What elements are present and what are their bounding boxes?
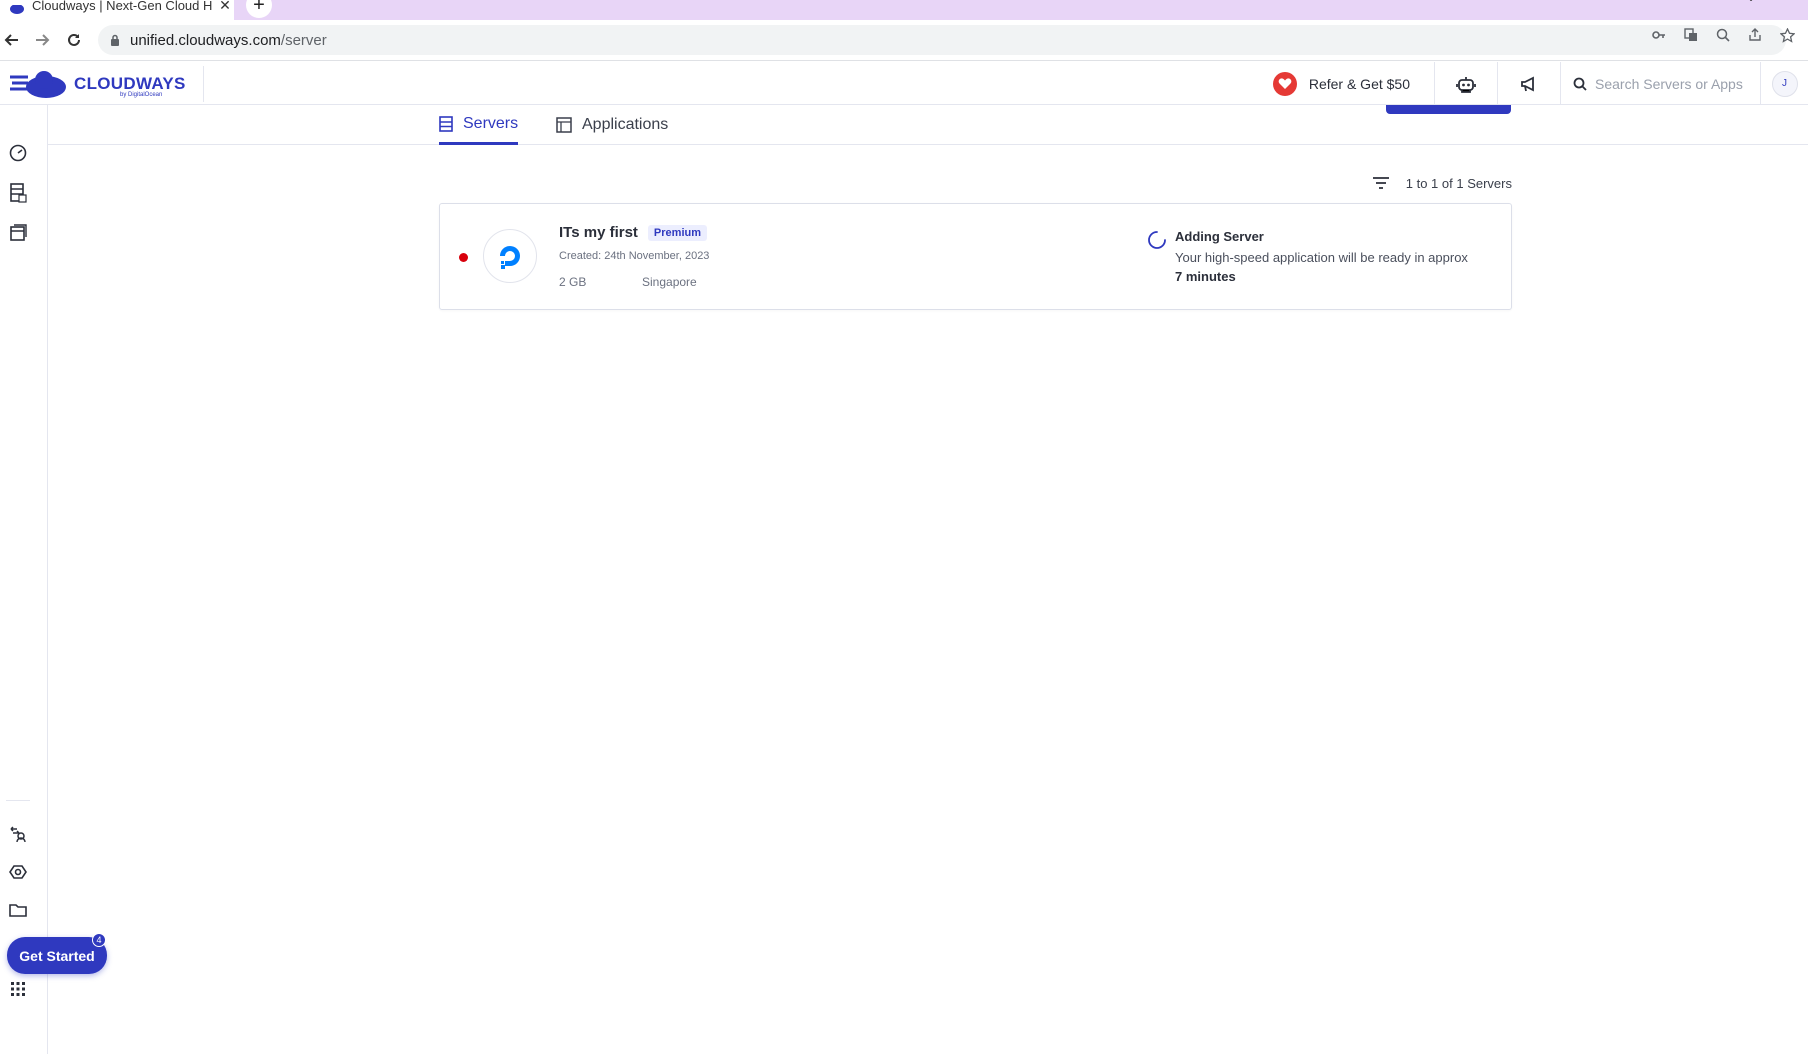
progress-eta: 7 minutes: [1175, 269, 1236, 284]
tab-applications-label: Applications: [582, 116, 669, 133]
refer-link[interactable]: Refer & Get $50: [1272, 62, 1434, 105]
url-path: /server: [280, 31, 327, 49]
server-created-date: Created: 24th November, 2023: [559, 250, 710, 262]
address-bar[interactable]: unified.cloudways.com/server: [98, 25, 1786, 55]
apps-grid-icon[interactable]: [6, 977, 30, 1001]
new-tab-button[interactable]: +: [246, 0, 272, 18]
tab-search-chevron-icon[interactable]: ⌄: [1746, 0, 1756, 4]
browser-toolbar: unified.cloudways.com/server: [0, 20, 1808, 61]
plan-badge: Premium: [647, 224, 707, 241]
browser-tabstrip: Cloudways | Next-Gen Cloud H ✕ + ⌄: [0, 0, 1808, 20]
back-icon[interactable]: [0, 28, 24, 52]
megaphone-icon: [1521, 76, 1534, 91]
progress-description: Your high-speed application will be read…: [1175, 248, 1475, 286]
server-name[interactable]: ITs my first Premium: [559, 224, 707, 241]
server-card[interactable]: ITs my first Premium Created: 24th Novem…: [439, 203, 1512, 310]
get-started-count-badge: 4: [92, 933, 106, 947]
filter-icon[interactable]: [1372, 176, 1390, 190]
server-status-indicator: [459, 253, 468, 262]
applications-nav-icon[interactable]: [6, 221, 30, 245]
brand-wordmark: CLOUDWAYS: [74, 74, 186, 93]
tab-close-icon[interactable]: ✕: [216, 0, 234, 14]
browser-tab-title: Cloudways | Next-Gen Cloud H: [32, 0, 213, 13]
left-sidebar: [0, 105, 48, 1054]
robot-icon: [1456, 76, 1476, 93]
servers-nav-icon[interactable]: [6, 181, 30, 205]
tab-servers[interactable]: Servers: [439, 105, 519, 145]
announcements-button[interactable]: [1497, 62, 1560, 105]
bookmark-star-icon[interactable]: [1776, 25, 1798, 45]
add-server-button[interactable]: [1386, 105, 1511, 114]
bot-button[interactable]: [1434, 62, 1497, 105]
digitalocean-icon: [483, 229, 537, 283]
dashboard-icon[interactable]: [6, 141, 30, 165]
results-bar: 1 to 1 of 1 Servers: [1370, 172, 1512, 194]
cloudways-favicon-icon: [10, 5, 24, 14]
lock-icon: [111, 34, 119, 46]
url-host: unified.cloudways.com: [130, 31, 281, 49]
sidebar-divider: [6, 800, 30, 801]
tab-servers-label: Servers: [463, 114, 519, 132]
avatar: J: [1771, 70, 1798, 97]
tab-applications[interactable]: Applications: [556, 105, 668, 145]
cloudways-logo-icon: [10, 71, 66, 98]
progress-text: Your high-speed application will be read…: [1175, 250, 1468, 265]
heart-icon: [1272, 71, 1297, 96]
server-name-text: ITs my first: [559, 224, 638, 241]
settings-icon[interactable]: [6, 860, 30, 884]
key-icon[interactable]: [1648, 25, 1670, 45]
browser-tab[interactable]: Cloudways | Next-Gen Cloud H ✕: [0, 0, 234, 20]
user-menu[interactable]: J: [1760, 62, 1808, 105]
global-search[interactable]: [1560, 62, 1760, 105]
application-window-icon: [556, 117, 572, 133]
header-actions: Refer & Get $50 J: [1272, 62, 1808, 105]
cloudways-logo[interactable]: CLOUDWAYS by DigitalOcean: [10, 66, 204, 102]
brand-byline: by DigitalOcean: [120, 92, 163, 98]
search-input[interactable]: [1595, 75, 1755, 92]
share-icon[interactable]: [1744, 25, 1766, 45]
forward-icon[interactable]: [30, 28, 54, 52]
progress-title: Adding Server: [1175, 229, 1264, 244]
zoom-icon[interactable]: [1712, 25, 1734, 45]
results-count: 1 to 1 of 1 Servers: [1405, 175, 1512, 191]
refer-label: Refer & Get $50: [1308, 75, 1410, 92]
app-header: CLOUDWAYS by DigitalOcean Refer & Get $5…: [0, 62, 1808, 105]
server-size: 2 GB: [559, 275, 587, 289]
team-icon[interactable]: [6, 822, 30, 846]
loading-spinner-icon: [1148, 231, 1166, 249]
folder-icon[interactable]: [6, 898, 30, 922]
reload-icon[interactable]: [62, 28, 86, 52]
omnibox-actions: [1648, 25, 1798, 45]
section-tabs: Servers Applications: [48, 105, 1808, 145]
translate-icon[interactable]: [1680, 25, 1702, 45]
server-list-icon: [439, 115, 453, 132]
server-location: Singapore: [642, 275, 697, 289]
search-icon: [1573, 77, 1587, 91]
